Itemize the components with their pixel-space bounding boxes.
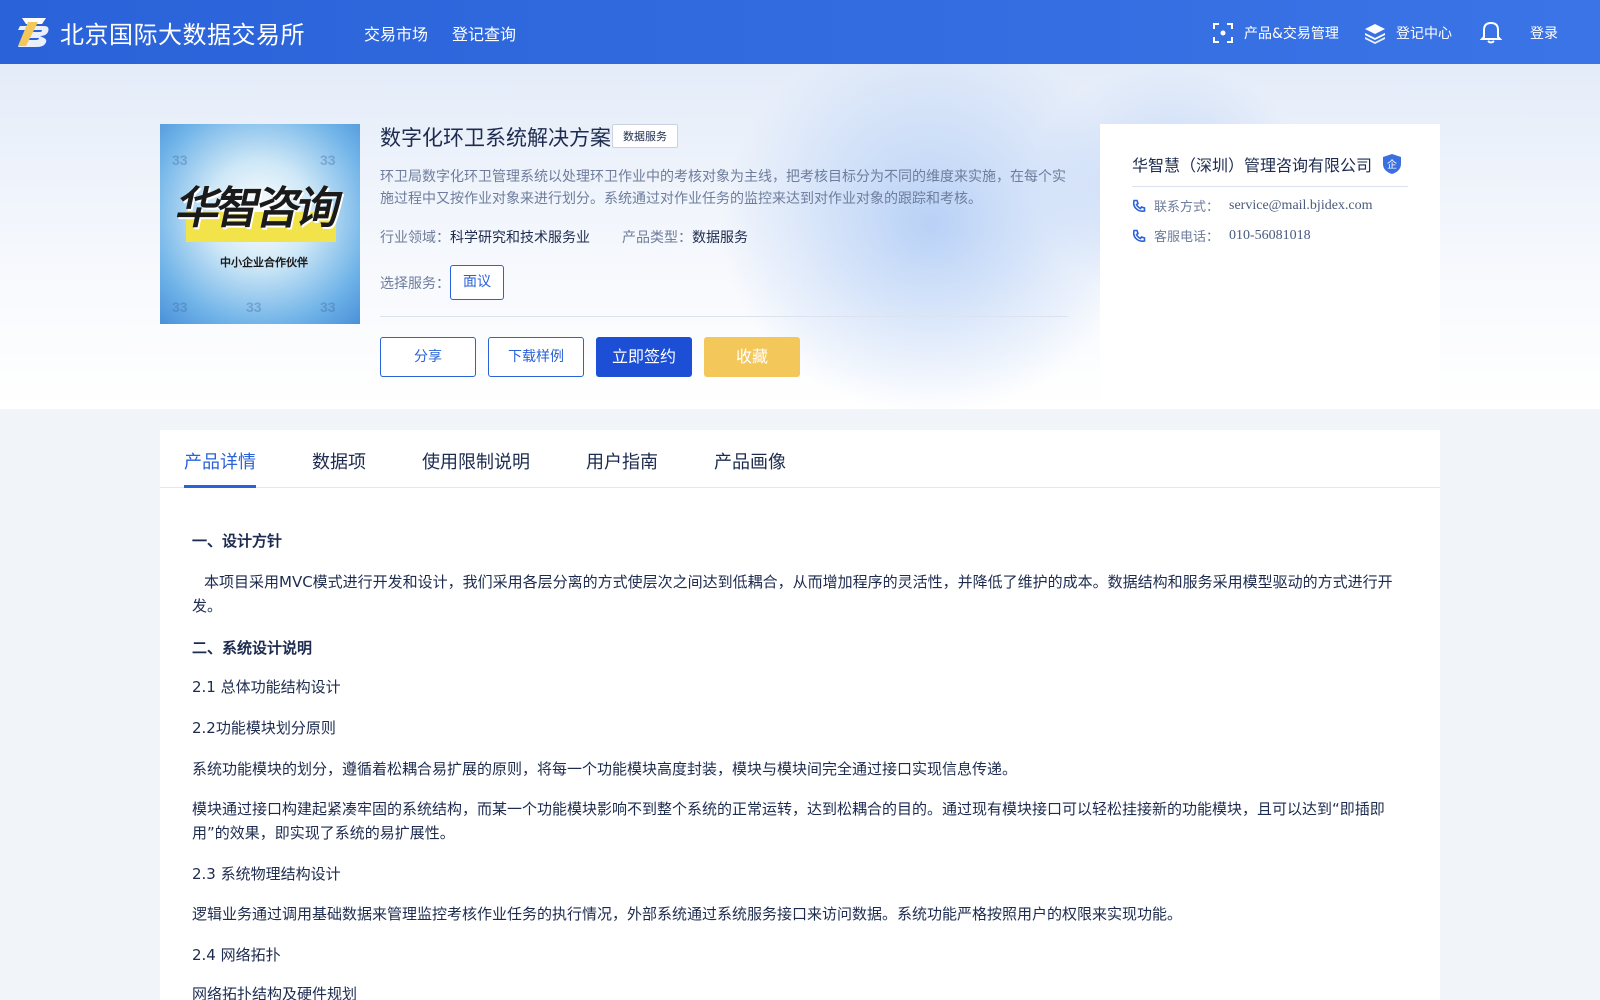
active-tab-indicator [184,485,256,488]
product-title: 数字化环卫系统解决方案 [380,126,611,150]
bjidex-logo-icon[interactable] [16,16,52,48]
share-button[interactable]: 分享 [380,337,476,377]
tab-bar: 产品详情 数据项 使用限制说明 用户指南 产品画像 [160,430,1440,488]
tab-product-details[interactable]: 产品详情 [184,448,256,474]
subsection-heading: 2.3 系统物理结构设计 [192,865,341,883]
subsection-heading: 2.2功能模块划分原则 [192,719,336,737]
login-link[interactable]: 登录 [1530,23,1558,43]
divider [380,316,1068,317]
image-title: 华智咨询 [171,183,343,234]
product-type-field: 产品类型：数据服务 [622,227,748,247]
image-watermark: 33 [320,299,336,315]
image-watermark: 33 [172,299,188,315]
bell-icon[interactable] [1480,20,1502,44]
product-image: 33 33 33 33 33 华智咨询 中小企业合作伙伴 [160,124,360,324]
product-type-value: 数据服务 [692,230,748,246]
register-center-label: 登记中心 [1396,26,1452,42]
seller-name-row: 华智慧（深圳）管理咨询有限公司 企 [1132,152,1402,176]
subsection-heading: 2.1 总体功能结构设计 [192,678,341,696]
product-description: 环卫局数字化环卫管理系统以处理环卫作业中的考核对象为主线，把考核目标分为不同的维… [380,169,1066,207]
product-type-label: 产品类型： [622,230,692,246]
phone-row: 客服电话： 010-56081018 [1132,226,1311,245]
contact-email[interactable]: service@mail.bjidex.com [1229,198,1373,214]
brand-name[interactable]: 北京国际大数据交易所 [60,15,305,50]
section-heading: 一、设计方针 [192,532,283,550]
product-trade-management-label: 产品&交易管理 [1244,26,1339,42]
phone-icon [1132,229,1146,242]
tab-usage-restrictions[interactable]: 使用限制说明 [422,448,530,474]
industry-label: 行业领域： [380,230,450,246]
layers-icon [1365,24,1385,44]
phone-icon [1132,199,1146,212]
service-option-negotiable[interactable]: 面议 [450,265,504,300]
tab-user-guide[interactable]: 用户指南 [586,448,658,474]
industry-value: 科学研究和技术服务业 [450,230,590,246]
seller-name[interactable]: 华智慧（深圳）管理咨询有限公司 [1132,152,1372,176]
product-detail-panel: 产品详情 数据项 使用限制说明 用户指南 产品画像 一、设计方针 本项目采用MV… [160,430,1440,1000]
contact-label: 联系方式： [1154,200,1220,215]
paragraph: 本项目采用MVC模式进行开发和设计，我们采用各层分离的方式使层次之间达到低耦合，… [192,573,1393,615]
image-watermark: 33 [246,299,262,315]
image-subtitle: 中小企业合作伙伴 [220,256,308,269]
image-watermark: 33 [320,152,336,168]
product-trade-management-link[interactable]: 产品&交易管理 [1212,22,1339,44]
seller-card: 华智慧（深圳）管理咨询有限公司 企 联系方式： service@mail.bji… [1100,124,1440,409]
divider [1132,186,1408,187]
paragraph: 模块通过接口构建起紧凑牢固的系统结构，而某一个功能模块影响不到整个系统的正常运转… [192,800,1385,842]
product-tag: 数据服务 [612,124,678,148]
phone-label: 客服电话： [1154,230,1220,245]
service-label: 选择服务： [380,276,450,292]
contact-row: 联系方式： service@mail.bjidex.com [1132,196,1373,215]
industry-field: 行业领域：科学研究和技术服务业 [380,227,590,247]
scan-icon [1213,23,1233,43]
tab-product-profile[interactable]: 产品画像 [714,448,786,474]
subsection-heading: 网络拓扑结构及硬件规划 [192,985,358,1000]
badge-text: 企 [1387,158,1397,171]
sign-now-button[interactable]: 立即签约 [596,337,692,377]
download-sample-button[interactable]: 下载样例 [488,337,584,377]
verified-enterprise-badge-icon: 企 [1383,154,1402,174]
favorite-button[interactable]: 收藏 [704,337,800,377]
nav-registration-query[interactable]: 登记查询 [452,21,516,45]
service-phone: 010-56081018 [1229,227,1311,243]
paragraph: 系统功能模块的划分，遵循着松耦合易扩展的原则，将每一个功能模块高度封装，模块与模… [192,760,1018,778]
nav-trade-market[interactable]: 交易市场 [364,21,428,45]
subsection-heading: 2.4 网络拓扑 [192,946,281,964]
paragraph: 逻辑业务通过调用基础数据来管理监控考核作业任务的执行情况，外部系统通过系统服务接… [192,905,1183,923]
section-heading: 二、系统设计说明 [192,639,313,657]
top-navbar: 北京国际大数据交易所 交易市场 登记查询 产品&交易管理 登记中心 登录 [0,0,1600,64]
register-center-link[interactable]: 登记中心 [1364,22,1452,44]
tab-data-items[interactable]: 数据项 [312,448,366,474]
image-watermark: 33 [172,152,188,168]
